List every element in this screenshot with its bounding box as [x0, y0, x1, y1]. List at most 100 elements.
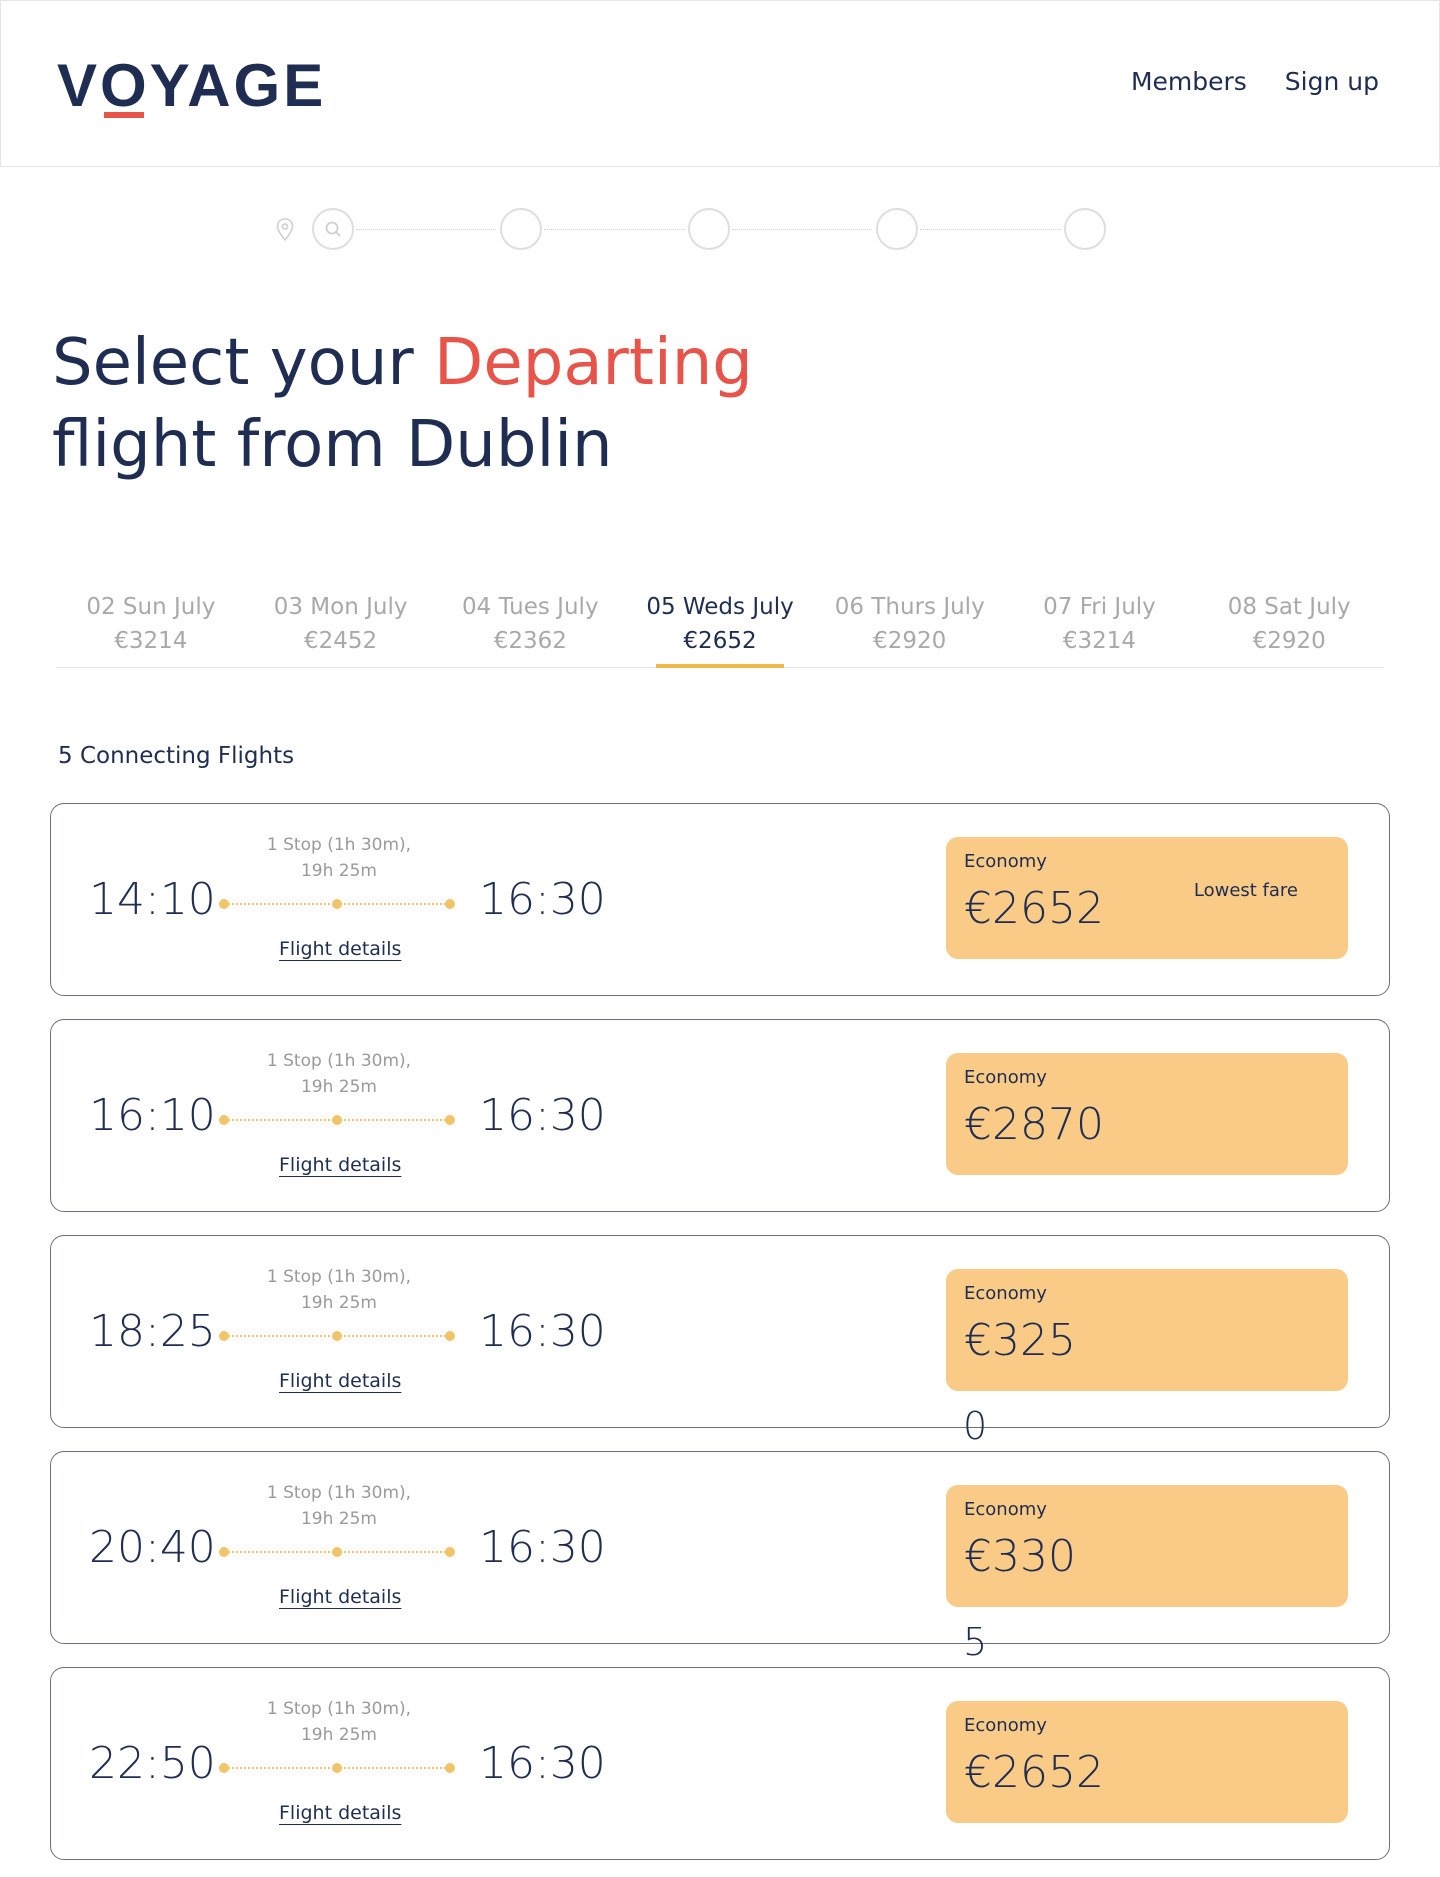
route-line [219, 1330, 455, 1342]
date-tab-price: €2920 [1252, 628, 1326, 654]
step-3 [688, 208, 730, 250]
flight-details-link[interactable]: Flight details [279, 1586, 401, 1608]
title-line2: flight from Dublin [52, 408, 613, 482]
date-tab-day: 07 Fri July [1043, 594, 1156, 620]
duration-label: 19h 25m [300, 861, 377, 881]
duration-label: 19h 25m [300, 1509, 377, 1529]
voyage-logo[interactable]: VOYAGE [57, 56, 326, 118]
stops-label: 1 Stop (1h 30m), [266, 1051, 412, 1071]
stops-label: 1 Stop (1h 30m), [266, 835, 412, 855]
departure-time: 18:25 [89, 1306, 216, 1357]
flight-card: 20:40 1 Stop (1h 30m), 19h 25m 16:30 Fli… [50, 1451, 1390, 1644]
origin-dot [219, 1547, 229, 1557]
date-tab[interactable]: 02 Sun July €3214 [56, 590, 246, 667]
stop-dot [332, 1115, 342, 1125]
date-tab[interactable]: 04 Tues July €2362 [435, 590, 625, 667]
fare-price: €2652 [964, 883, 1104, 934]
page-title: Select your Departing flight from Dublin [52, 322, 852, 486]
route-line [219, 1114, 455, 1126]
origin-dot [219, 899, 229, 909]
flight-details-link[interactable]: Flight details [279, 1154, 401, 1176]
date-tab-price: €2920 [873, 628, 947, 654]
flight-details-link[interactable]: Flight details [279, 1802, 401, 1824]
location-pin-icon [276, 218, 294, 242]
step-connector [732, 229, 872, 230]
title-accent: Departing [434, 326, 753, 400]
date-tabs: 02 Sun July €3214 03 Mon July €2452 04 T… [56, 590, 1384, 668]
date-tab-day: 08 Sat July [1227, 594, 1351, 620]
route-line [219, 1762, 455, 1774]
destination-dot [445, 1763, 455, 1773]
arrival-time: 16:30 [479, 1738, 606, 1789]
flight-card: 14:10 1 Stop (1h 30m), 19h 25m 16:30 Fli… [50, 803, 1390, 996]
stop-dot [332, 1331, 342, 1341]
destination-dot [445, 1547, 455, 1557]
stop-dot [332, 1763, 342, 1773]
origin-dot [219, 1115, 229, 1125]
fare-class: Economy [964, 1499, 1047, 1520]
step-2 [500, 208, 542, 250]
route-line [219, 1546, 455, 1558]
lowest-fare-badge: Lowest fare [1193, 880, 1298, 901]
departure-time: 20:40 [89, 1522, 216, 1573]
duration-label: 19h 25m [300, 1293, 377, 1313]
date-tab[interactable]: 08 Sat July €2920 [1194, 590, 1384, 667]
search-icon [325, 221, 341, 237]
stop-dot [332, 899, 342, 909]
economy-fare-button[interactable]: Economy €325 [946, 1269, 1348, 1391]
flight-details-link[interactable]: Flight details [279, 1370, 401, 1392]
destination-dot [445, 899, 455, 909]
date-tab[interactable]: 06 Thurs July €2920 [815, 590, 1005, 667]
arrival-time: 16:30 [479, 1090, 606, 1141]
flight-card: 18:25 1 Stop (1h 30m), 19h 25m 16:30 Fli… [50, 1235, 1390, 1428]
date-tab-day: 02 Sun July [86, 594, 216, 620]
site-header: VOYAGE Members Sign up [0, 0, 1440, 167]
date-tab[interactable]: 03 Mon July €2452 [246, 590, 436, 667]
flight-details-link[interactable]: Flight details [279, 938, 401, 960]
date-tab-price: €2362 [493, 628, 567, 654]
date-tab-day: 06 Thurs July [834, 594, 985, 620]
sign-up-link[interactable]: Sign up [1285, 67, 1379, 96]
departure-time: 22:50 [89, 1738, 216, 1789]
fare-class: Economy [964, 1283, 1047, 1304]
date-tab-selected[interactable]: 05 Weds July €2652 [625, 590, 815, 667]
arrival-time: 16:30 [479, 1522, 606, 1573]
step-connector [356, 229, 496, 230]
date-tab-day: 03 Mon July [273, 594, 408, 620]
date-tab-price: €2652 [683, 628, 757, 654]
booking-progress [276, 208, 1116, 252]
step-4 [876, 208, 918, 250]
date-tab-price: €3214 [1062, 628, 1137, 654]
fare-class: Economy [964, 851, 1047, 872]
fare-class: Economy [964, 1067, 1047, 1088]
fare-price: €2652 [964, 1747, 1104, 1798]
fare-price: €2870 [964, 1099, 1104, 1150]
overflow-digit: 0 [963, 1404, 988, 1448]
economy-fare-button[interactable]: Economy €2652 Lowest fare [946, 837, 1348, 959]
flight-card: 22:50 1 Stop (1h 30m), 19h 25m 16:30 Fli… [50, 1667, 1390, 1860]
step-5 [1064, 208, 1106, 250]
economy-fare-button[interactable]: Economy €2870 [946, 1053, 1348, 1175]
destination-dot [445, 1331, 455, 1341]
arrival-time: 16:30 [479, 1306, 606, 1357]
economy-fare-button[interactable]: Economy €330 [946, 1485, 1348, 1607]
economy-fare-button[interactable]: Economy €2652 [946, 1701, 1348, 1823]
stops-info: 1 Stop (1h 30m), 19h 25m [259, 1696, 419, 1748]
route-line [219, 898, 455, 910]
date-tab[interactable]: 07 Fri July €3214 [1005, 590, 1195, 667]
stop-dot [332, 1547, 342, 1557]
stops-info: 1 Stop (1h 30m), 19h 25m [259, 832, 419, 884]
stops-info: 1 Stop (1h 30m), 19h 25m [259, 1048, 419, 1100]
flight-count: 5 Connecting Flights [58, 743, 295, 769]
duration-label: 19h 25m [300, 1077, 377, 1097]
departure-time: 14:10 [89, 874, 216, 925]
arrival-time: 16:30 [479, 874, 606, 925]
flight-card: 16:10 1 Stop (1h 30m), 19h 25m 16:30 Fli… [50, 1019, 1390, 1212]
fare-price: €325 [964, 1315, 1076, 1366]
step-connector [544, 229, 684, 230]
stops-info: 1 Stop (1h 30m), 19h 25m [259, 1264, 419, 1316]
duration-label: 19h 25m [300, 1725, 377, 1745]
step-connector [920, 229, 1060, 230]
origin-dot [219, 1331, 229, 1341]
members-link[interactable]: Members [1131, 67, 1247, 96]
